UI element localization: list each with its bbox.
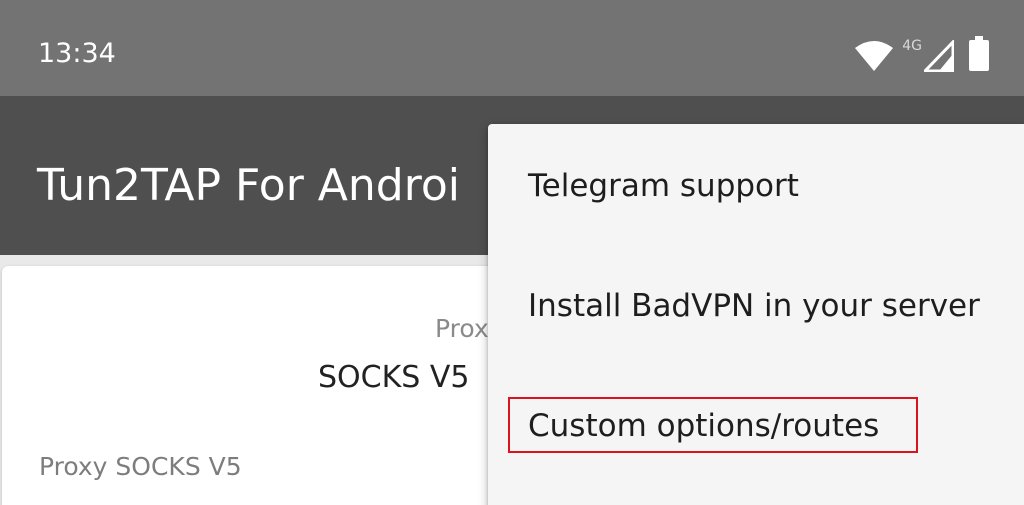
menu-item-custom-options-routes[interactable]: Custom options/routes <box>488 364 1024 484</box>
menu-item-telegram-support[interactable]: Telegram support <box>488 124 1024 244</box>
proxy-type-selector[interactable]: SOCKS V5 <box>318 360 469 395</box>
menu-item-label: Custom options/routes <box>528 408 880 444</box>
menu-item-label: Install BadVPN in your server <box>528 288 980 324</box>
status-icons: 4G <box>854 36 990 73</box>
app-title: Tun2TAP For Androi <box>37 160 460 211</box>
signal-icon <box>921 38 955 73</box>
overflow-menu: Telegram support Install BadVPN in your … <box>488 124 1024 505</box>
status-time: 13:34 <box>38 38 116 69</box>
proxy-type-caption: Prox <box>435 314 489 343</box>
screen: 13:34 4G Tun2TAP For Androi Prox SOCKS V… <box>0 0 1024 505</box>
proxy-settings-label: Proxy SOCKS V5 <box>39 452 242 481</box>
menu-item-install-badvpn[interactable]: Install BadVPN in your server <box>488 244 1024 364</box>
network-type-label: 4G <box>902 38 922 54</box>
status-bar: 13:34 4G <box>0 0 1024 96</box>
wifi-icon <box>854 40 894 72</box>
battery-icon <box>968 36 990 72</box>
menu-item-label: Telegram support <box>528 168 799 204</box>
